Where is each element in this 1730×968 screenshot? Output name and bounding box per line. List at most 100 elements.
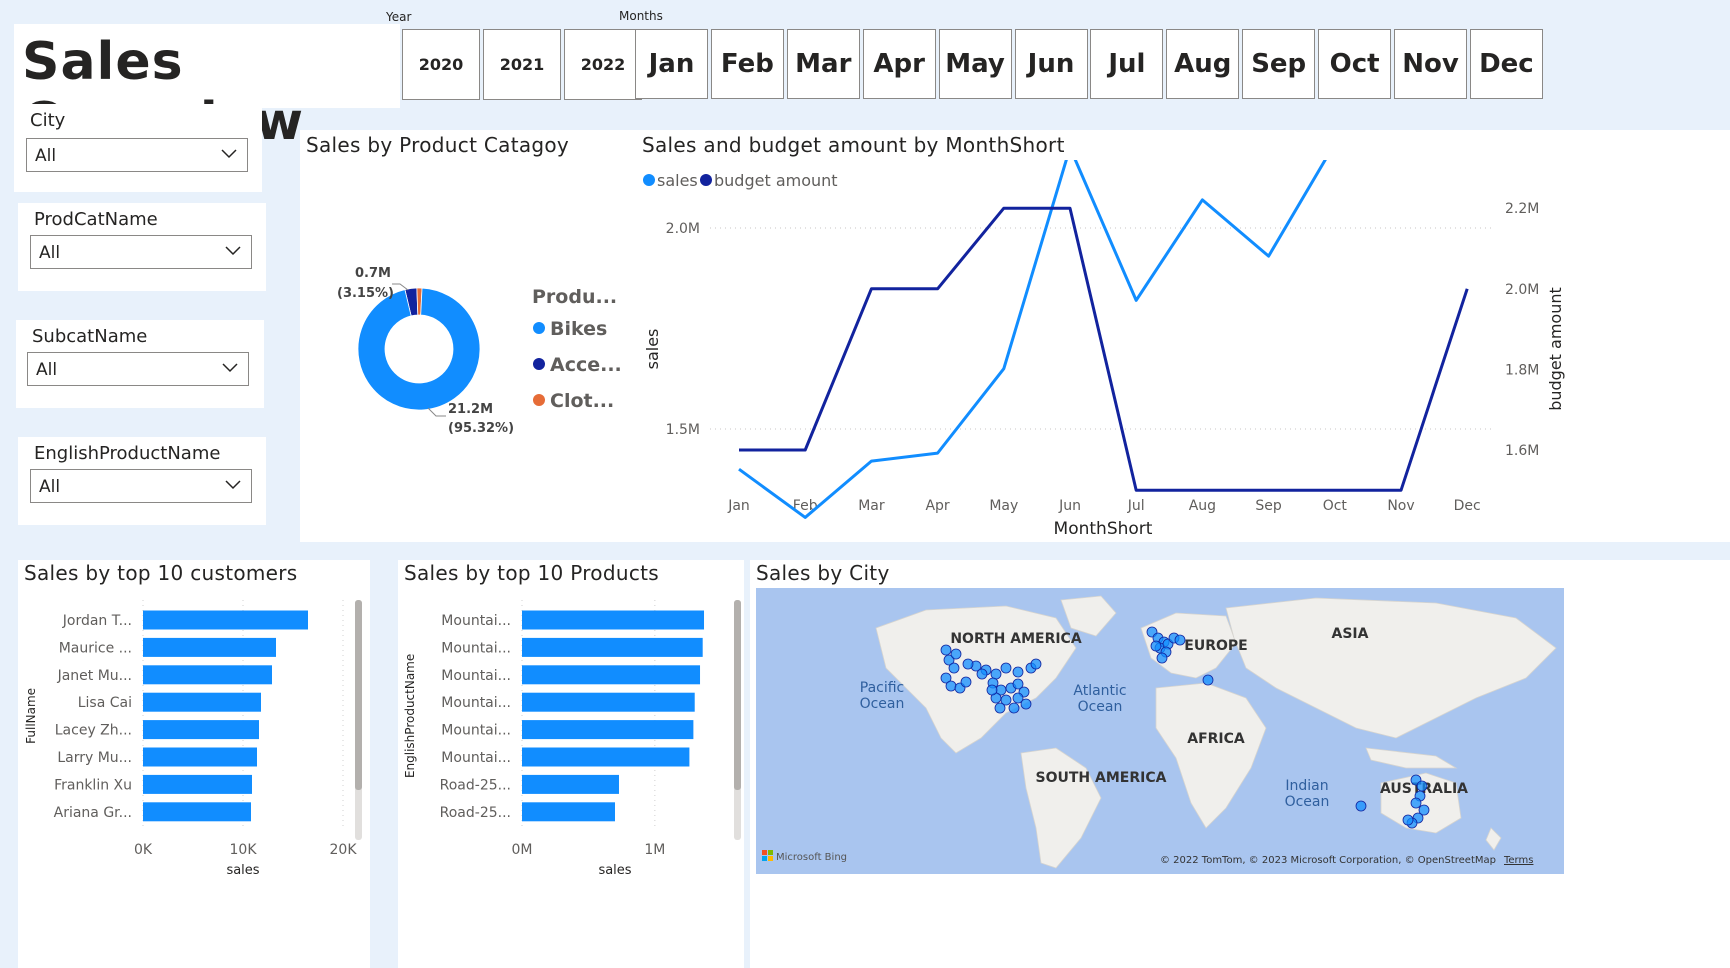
month-tile-jul[interactable]: Jul xyxy=(1090,29,1164,99)
map-label-atlantic-line-0: Atlantic xyxy=(1073,683,1126,699)
month-tile-jan[interactable]: Jan xyxy=(635,29,708,99)
month-tile-sep[interactable]: Sep xyxy=(1242,29,1316,99)
map-label-indian-line-1: Ocean xyxy=(1285,794,1330,810)
chevron-down-icon xyxy=(221,149,237,159)
products-bar-5 xyxy=(522,747,690,767)
line-x-tick-oct: Oct xyxy=(1323,498,1348,514)
month-tile-oct[interactable]: Oct xyxy=(1318,29,1392,99)
city-dropdown-value: All xyxy=(35,146,57,166)
year-slicer-label: Year xyxy=(386,10,412,24)
month-tile-may[interactable]: May xyxy=(938,29,1012,99)
products-x-tick-1: 1M xyxy=(644,842,665,858)
map-city-bubble-47 xyxy=(1402,814,1414,826)
map-label-north-america: NORTH AMERICA xyxy=(950,631,1082,647)
map-label-atlantic-line-1: Ocean xyxy=(1078,699,1123,715)
products-category-label-5: Mountai... xyxy=(441,750,511,766)
map-label-indian-line-0: Indian xyxy=(1285,778,1328,794)
customers-bar-7 xyxy=(143,802,251,822)
products-x-axis-title: sales xyxy=(598,863,631,878)
chevron-down-icon xyxy=(222,363,238,373)
map-city-bubble-35 xyxy=(1174,634,1186,646)
month-tile-nov[interactable]: Nov xyxy=(1394,29,1467,99)
line-y2-tick-0: 1.6M xyxy=(1505,443,1539,459)
month-tile-feb[interactable]: Feb xyxy=(710,29,784,99)
line-chart: salesbudget amount1.5M2.0M2.5M1.6M1.8M2.… xyxy=(643,160,1565,539)
customers-category-label-2: Janet Mu... xyxy=(57,668,132,684)
line-x-tick-nov: Nov xyxy=(1387,498,1414,514)
subcat-dropdown-value: All xyxy=(36,360,58,380)
map-city-bubble-6 xyxy=(960,676,972,688)
city-dropdown[interactable]: All xyxy=(26,138,248,172)
map-city-bubble-48 xyxy=(1355,800,1367,812)
map-city-bubble-25 xyxy=(986,684,998,696)
map-terms-link: Terms xyxy=(1503,855,1533,866)
map-city-bubble-26 xyxy=(976,668,988,680)
map-city-bubble-38 xyxy=(1150,640,1162,652)
month-tile-dec[interactable]: Dec xyxy=(1469,29,1543,99)
customers-category-label-6: Franklin Xu xyxy=(54,777,132,793)
map-city-bubble-28 xyxy=(950,648,962,660)
microsoft-logo-icon-4 xyxy=(768,856,773,861)
year-tile-2020[interactable]: 2020 xyxy=(402,29,480,100)
map-label-south-america: SOUTH AMERICA xyxy=(1036,770,1167,786)
line-x-tick-jan: Jan xyxy=(727,498,750,514)
map-attribution: © 2022 TomTom, © 2023 Microsoft Corporat… xyxy=(1160,855,1496,866)
map-city-bubble-11 xyxy=(1012,666,1024,678)
customers-category-label-1: Maurice ... xyxy=(59,640,132,656)
customers-category-label-5: Larry Mu... xyxy=(57,750,132,766)
line-x-tick-dec: Dec xyxy=(1454,498,1481,514)
product-dropdown[interactable]: All xyxy=(30,469,252,503)
donut-label-bikes-percent: (95.32%) xyxy=(448,421,514,436)
products-y-axis-title: EnglishProductName xyxy=(403,654,417,778)
product-filter-card: EnglishProductName All xyxy=(18,437,266,525)
map-city-bubble-24 xyxy=(994,702,1006,714)
microsoft-logo-icon xyxy=(762,850,767,855)
donut-legend-label-2: Clot... xyxy=(550,390,614,412)
subcat-filter-label: SubcatName xyxy=(32,326,148,347)
donut-label-bikes-value: 21.2M xyxy=(448,402,493,417)
line-legend-marker-budget xyxy=(700,174,712,186)
donut-legend-label-0: Bikes xyxy=(550,318,607,340)
donut-legend-label-1: Acce... xyxy=(550,354,622,376)
customers-category-label-0: Jordan T... xyxy=(62,613,132,629)
donut-legend-marker-2 xyxy=(533,394,545,406)
products-bar-6 xyxy=(522,774,619,794)
donut-legend-marker-1 xyxy=(533,358,545,370)
products-category-label-0: Mountai... xyxy=(441,613,511,629)
customers-category-label-7: Ariana Gr... xyxy=(54,805,132,821)
month-tile-jun[interactable]: Jun xyxy=(1014,29,1088,99)
products-bar-0 xyxy=(522,610,705,630)
year-tile-2022[interactable]: 2022 xyxy=(564,29,642,100)
month-tile-mar[interactable]: Mar xyxy=(786,29,860,99)
line-y2-axis-title: budget amount xyxy=(1546,287,1565,411)
line-x-tick-jun: Jun xyxy=(1058,498,1081,514)
line-x-axis-title: MonthShort xyxy=(1054,519,1153,539)
products-bar-7 xyxy=(522,802,615,822)
products-bar-chart: 0M 1M Mountai... Mountai... Mountai... Mounta… xyxy=(403,600,741,878)
line-chart-title: Sales and budget amount by MonthShort xyxy=(642,133,1065,157)
map-label-asia: ASIA xyxy=(1332,626,1369,642)
year-tile-2021[interactable]: 2021 xyxy=(483,29,561,100)
products-category-label-7: Road-25... xyxy=(440,805,511,821)
microsoft-logo-icon-3 xyxy=(762,856,767,861)
microsoft-logo-icon-2 xyxy=(768,850,773,855)
prodcat-dropdown[interactable]: All xyxy=(30,235,252,269)
donut-legend-title: Produ... xyxy=(532,286,617,308)
map-title: Sales by City xyxy=(756,561,890,585)
prodcat-dropdown-value: All xyxy=(39,243,61,263)
line-y-axis-title: sales xyxy=(643,329,662,370)
map-city-bubble-27 xyxy=(962,658,974,670)
customers-bar-5 xyxy=(143,747,257,767)
month-tile-apr[interactable]: Apr xyxy=(862,29,936,99)
line-x-tick-apr: Apr xyxy=(925,498,949,514)
customers-scrollbar-thumb xyxy=(355,600,362,790)
donut-chart: 0.7M (3.15%) 21.2M (95.32%) Produ... Bikes Acc… xyxy=(337,266,622,436)
subcat-dropdown[interactable]: All xyxy=(27,352,249,386)
donut-legend-marker-0 xyxy=(533,322,545,334)
month-tile-aug[interactable]: Aug xyxy=(1166,29,1240,99)
sales-by-city-map[interactable]: NORTH AMERICA EUROPE ASIA AFRICA SOUTH AMERI… xyxy=(756,588,1564,874)
customers-category-label-4: Lacey Zh... xyxy=(55,723,132,739)
products-bar-1 xyxy=(522,637,703,657)
map-city-bubble-4 xyxy=(945,680,957,692)
title-card: Sales Overview xyxy=(14,24,400,152)
